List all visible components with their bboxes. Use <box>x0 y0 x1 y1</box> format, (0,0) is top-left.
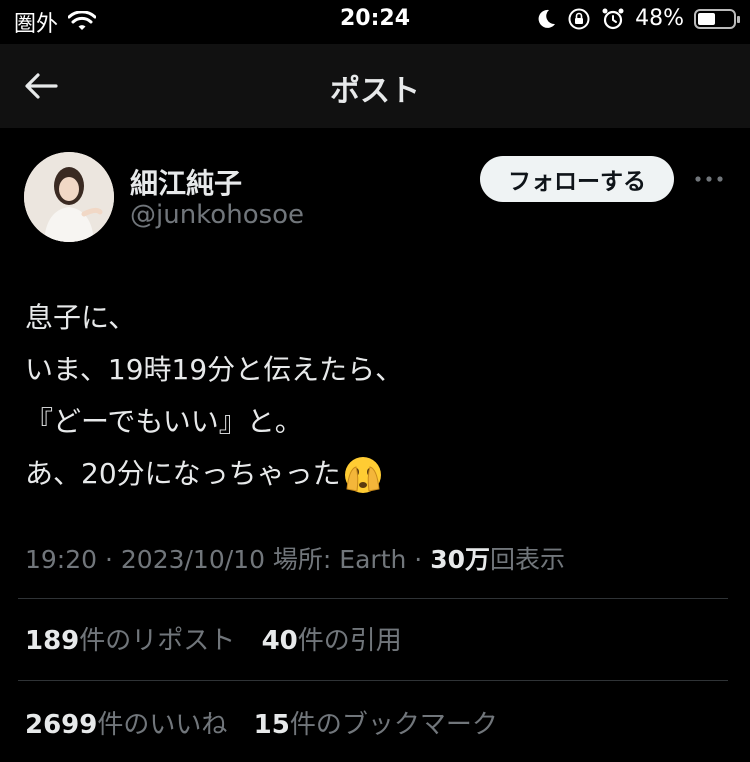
tweet-time[interactable]: 19:20 <box>25 545 97 574</box>
tweet-line: いま、19時19分と伝えたら、 <box>25 353 404 386</box>
avatar-image <box>24 152 114 242</box>
more-horizontal-icon[interactable] <box>690 166 730 192</box>
moon-icon <box>538 9 556 28</box>
reposts-link[interactable]: 189件のリポスト <box>25 626 235 656</box>
divider <box>18 598 728 599</box>
quotes-label: 件の引用 <box>297 626 402 656</box>
peeking-face-emoji <box>344 457 381 493</box>
rotation-lock-icon <box>568 8 590 29</box>
follow-button[interactable]: フォローする <box>480 156 674 202</box>
status-right: 48% <box>535 6 740 31</box>
alarm-icon <box>602 8 624 29</box>
tweet-location: 場所: Earth <box>264 545 407 574</box>
reposts-label: 件のリポスト <box>79 626 236 656</box>
reposts-count: 189 <box>25 626 80 656</box>
separator: · <box>97 545 121 574</box>
views-count: 30万 <box>430 545 490 574</box>
nav-header: ポスト <box>0 44 750 128</box>
bookmarks-label: 件のブックマーク <box>289 710 498 740</box>
battery-icon <box>694 8 740 29</box>
battery-percent: 48% <box>635 6 684 31</box>
stats-row-2: 2699件のいいね 15件のブックマーク <box>25 704 498 741</box>
tweet-date[interactable]: 2023/10/10 <box>121 545 265 574</box>
likes-count: 2699 <box>25 710 98 740</box>
bookmarks-link[interactable]: 15件のブックマーク <box>254 710 498 740</box>
tweet-text: 息子に、 いま、19時19分と伝えたら、 『どーでもいい』と。 あ、20分になっ… <box>25 292 403 500</box>
tweet-line: あ、20分になっちゃった <box>25 457 341 490</box>
author-name[interactable]: 細江純子 <box>130 162 242 202</box>
likes-label: 件のいいね <box>97 710 228 740</box>
separator: · <box>406 545 431 574</box>
likes-link[interactable]: 2699件のいいね <box>25 710 227 740</box>
tweet-line-with-emoji: あ、20分になっちゃった <box>25 448 403 500</box>
stats-row-1: 189件のリポスト 40件の引用 <box>25 620 402 657</box>
quotes-count: 40 <box>261 626 298 656</box>
tweet-meta: 19:20 · 2023/10/10 場所: Earth · 30万回表示 <box>25 540 565 576</box>
author-handle[interactable]: @junkohosoe <box>130 200 304 230</box>
views-label: 回表示 <box>489 545 565 574</box>
divider <box>18 680 728 681</box>
tweet-line: 『どーでもいい』と。 <box>25 405 303 438</box>
tweet-line: 息子に、 <box>25 301 137 334</box>
page-title: ポスト <box>330 74 420 109</box>
status-bar: 圏外 20:24 48% <box>0 0 750 44</box>
bookmarks-count: 15 <box>253 710 290 740</box>
quotes-link[interactable]: 40件の引用 <box>262 626 402 656</box>
avatar[interactable] <box>24 152 114 242</box>
